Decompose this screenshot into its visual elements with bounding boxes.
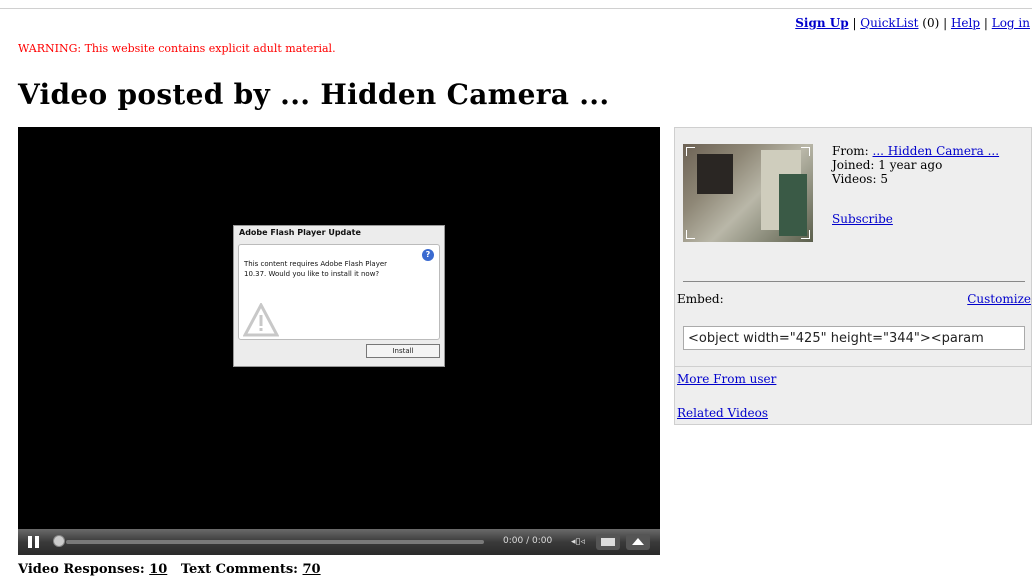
pause-icon[interactable] [28, 536, 40, 548]
nav-separator: | [848, 16, 861, 30]
top-nav: Sign Up | QuickList (0) | Help | Log in [795, 16, 1030, 30]
embed-code-field[interactable] [683, 326, 1025, 350]
customize-link[interactable]: Customize [967, 292, 1031, 306]
more-from-user-link[interactable]: More From user [677, 372, 776, 386]
warning-triangle-icon [243, 303, 279, 337]
sign-up-link[interactable]: Sign Up [795, 16, 848, 30]
player-controls: 0:00 / 0:00 ◂▯◃ [18, 529, 660, 555]
frame-corner-icon [686, 230, 695, 239]
embed-label: Embed: [677, 292, 724, 306]
uploader-panel: From: ... Hidden Camera ... Joined: 1 ye… [674, 127, 1032, 367]
thumbnail-detail [779, 174, 807, 236]
related-videos-link[interactable]: Related Videos [677, 406, 768, 420]
subscribe-link[interactable]: Subscribe [832, 212, 893, 226]
text-comments-link[interactable]: 70 [303, 562, 321, 577]
volume-icon[interactable]: ◂▯◃ [571, 537, 585, 547]
video-player[interactable]: Adobe Flash Player Update ? This content… [18, 127, 660, 555]
videos-count: Videos: 5 [832, 172, 888, 186]
frame-corner-icon [686, 147, 695, 156]
quicklist-link[interactable]: QuickList [860, 16, 918, 30]
frame-corner-icon [801, 147, 810, 156]
adult-warning: WARNING: This website contains explicit … [18, 42, 336, 55]
log-in-link[interactable]: Log in [992, 16, 1030, 30]
scrubber-handle[interactable] [53, 535, 65, 547]
dialog-body: ? This content requires Adobe Flash Play… [238, 244, 440, 340]
uploader-thumbnail[interactable] [683, 144, 813, 242]
from-label: From: [832, 144, 873, 158]
dialog-title: Adobe Flash Player Update [239, 228, 361, 237]
thumbnail-detail [697, 154, 733, 194]
progress-bar[interactable] [66, 540, 484, 544]
video-responses-label: Video Responses: [18, 562, 150, 577]
install-button[interactable]: Install [366, 344, 440, 358]
page-title: Video posted by ... Hidden Camera ... [18, 78, 610, 111]
joined-text: Joined: 1 year ago [832, 158, 943, 172]
dialog-message: This content requires Adobe Flash Player… [244, 260, 388, 278]
expand-icon[interactable] [626, 534, 650, 550]
uploader-info: From: ... Hidden Camera ... Joined: 1 ye… [832, 144, 999, 186]
frame-corner-icon [801, 230, 810, 239]
side-links-panel: More From user Related Videos [674, 367, 1032, 425]
panel-divider [683, 281, 1025, 282]
uploader-name-link[interactable]: ... Hidden Camera ... [873, 144, 1000, 158]
nav-separator: | [980, 16, 992, 30]
help-link[interactable]: Help [951, 16, 980, 30]
help-icon[interactable]: ? [422, 249, 434, 261]
text-comments-label: Text Comments: [180, 562, 303, 577]
top-divider [0, 8, 1032, 9]
fullscreen-icon[interactable] [596, 534, 620, 550]
responses-summary: Video Responses: 10 Text Comments: 70 [18, 562, 321, 577]
video-responses-link[interactable]: 10 [149, 562, 167, 577]
flash-update-dialog: Adobe Flash Player Update ? This content… [233, 225, 445, 367]
time-display: 0:00 / 0:00 [503, 536, 553, 546]
quicklist-count: (0) | [918, 16, 951, 30]
